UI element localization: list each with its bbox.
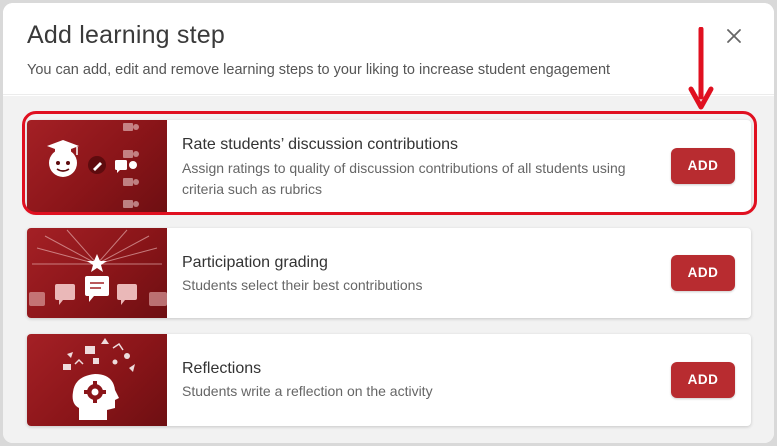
- add-button[interactable]: ADD: [671, 148, 735, 184]
- step-description: Students write a reflection on the activ…: [182, 383, 433, 399]
- add-learning-step-dialog: Add learning step You can add, edit and …: [3, 3, 774, 443]
- step-title: Participation grading: [182, 254, 328, 271]
- add-button[interactable]: ADD: [671, 255, 735, 291]
- step-card-rate-contributions[interactable]: Rate students’ discussion contributions …: [27, 120, 751, 212]
- step-card-participation-grading[interactable]: Participation grading Students select th…: [27, 228, 751, 318]
- step-title: Reflections: [182, 360, 262, 377]
- close-icon[interactable]: [721, 23, 747, 49]
- dialog-header: Add learning step You can add, edit and …: [3, 3, 774, 95]
- step-card-reflections[interactable]: Reflections Students write a reflection …: [27, 334, 751, 426]
- add-button[interactable]: ADD: [671, 362, 735, 398]
- step-description: Assign ratings to quality of discussion …: [182, 160, 626, 197]
- dialog-subtitle: You can add, edit and remove learning st…: [27, 62, 611, 78]
- graduate-rating-illustration: [27, 120, 167, 212]
- step-description: Students select their best contributions: [182, 277, 423, 293]
- head-gear-illustration: [27, 334, 167, 426]
- star-comments-illustration: [27, 228, 167, 318]
- steps-list: Rate students’ discussion contributions …: [3, 96, 774, 443]
- step-title: Rate students’ discussion contributions: [182, 136, 458, 153]
- dialog-title: Add learning step: [27, 21, 225, 49]
